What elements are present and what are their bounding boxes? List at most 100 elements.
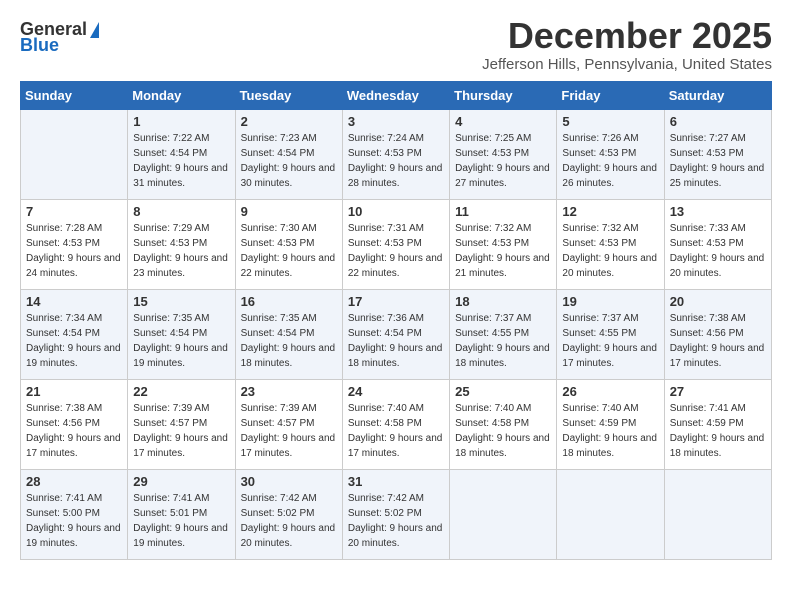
day-info: Sunrise: 7:41 AMSunset: 5:01 PMDaylight:… — [133, 491, 229, 551]
header: General Blue December 2025 Jefferson Hil… — [20, 16, 772, 73]
day-number: 14 — [26, 294, 122, 309]
day-number: 18 — [455, 294, 551, 309]
day-info: Sunrise: 7:32 AMSunset: 4:53 PMDaylight:… — [562, 221, 658, 281]
day-info: Sunrise: 7:42 AMSunset: 5:02 PMDaylight:… — [348, 491, 444, 551]
calendar-cell — [557, 469, 664, 559]
day-number: 7 — [26, 204, 122, 219]
logo: General Blue — [20, 20, 99, 54]
calendar-table: SundayMondayTuesdayWednesdayThursdayFrid… — [20, 81, 772, 560]
day-info: Sunrise: 7:32 AMSunset: 4:53 PMDaylight:… — [455, 221, 551, 281]
day-number: 8 — [133, 204, 229, 219]
day-number: 12 — [562, 204, 658, 219]
calendar-cell: 22Sunrise: 7:39 AMSunset: 4:57 PMDayligh… — [128, 379, 235, 469]
day-number: 16 — [241, 294, 337, 309]
calendar-cell: 11Sunrise: 7:32 AMSunset: 4:53 PMDayligh… — [450, 199, 557, 289]
calendar-cell: 10 Sunrise: 7:31 AMSunset: 4:53 PMDayligh… — [342, 199, 449, 289]
calendar-cell: 9 Sunrise: 7:30 AMSunset: 4:53 PMDaylight… — [235, 199, 342, 289]
logo-triangle-icon — [90, 22, 99, 38]
day-info: Sunrise: 7:31 AMSunset: 4:53 PMDaylight:… — [348, 221, 444, 281]
calendar-cell: 13 Sunrise: 7:33 AMSunset: 4:53 PMDayligh… — [664, 199, 771, 289]
day-info: Sunrise: 7:40 AMSunset: 4:58 PMDaylight:… — [455, 401, 551, 461]
header-wednesday: Wednesday — [342, 81, 449, 109]
day-number: 5 — [562, 114, 658, 129]
day-info: Sunrise: 7:34 AMSunset: 4:54 PMDaylight:… — [26, 311, 122, 371]
header-monday: Monday — [128, 81, 235, 109]
month-title: December 2025 — [482, 16, 772, 56]
day-info: Sunrise: 7:30 AMSunset: 4:53 PMDaylight:… — [241, 221, 337, 281]
header-sunday: Sunday — [21, 81, 128, 109]
day-number: 17 — [348, 294, 444, 309]
day-info: Sunrise: 7:23 AMSunset: 4:54 PMDaylight:… — [241, 131, 337, 191]
calendar-cell: 12 Sunrise: 7:32 AMSunset: 4:53 PMDayligh… — [557, 199, 664, 289]
day-info: Sunrise: 7:38 AMSunset: 4:56 PMDaylight:… — [670, 311, 766, 371]
day-number: 13 — [670, 204, 766, 219]
day-number: 1 — [133, 114, 229, 129]
day-number: 9 — [241, 204, 337, 219]
calendar-week-row: 28 Sunrise: 7:41 AMSunset: 5:00 PMDayligh… — [21, 469, 772, 559]
day-number: 23 — [241, 384, 337, 399]
calendar-cell: 5 Sunrise: 7:26 AMSunset: 4:53 PMDaylight… — [557, 109, 664, 199]
day-info: Sunrise: 7:33 AMSunset: 4:53 PMDaylight:… — [670, 221, 766, 281]
day-info: Sunrise: 7:35 AMSunset: 4:54 PMDaylight:… — [133, 311, 229, 371]
calendar-cell: 20 Sunrise: 7:38 AMSunset: 4:56 PMDayligh… — [664, 289, 771, 379]
day-info: Sunrise: 7:25 AMSunset: 4:53 PMDaylight:… — [455, 131, 551, 191]
day-info: Sunrise: 7:40 AMSunset: 4:59 PMDaylight:… — [562, 401, 658, 461]
calendar-cell: 3 Sunrise: 7:24 AMSunset: 4:53 PMDaylight… — [342, 109, 449, 199]
calendar-cell: 17 Sunrise: 7:36 AMSunset: 4:54 PMDayligh… — [342, 289, 449, 379]
day-number: 30 — [241, 474, 337, 489]
day-info: Sunrise: 7:38 AMSunset: 4:56 PMDaylight:… — [26, 401, 122, 461]
calendar-cell: 28 Sunrise: 7:41 AMSunset: 5:00 PMDayligh… — [21, 469, 128, 559]
calendar-cell: 31 Sunrise: 7:42 AMSunset: 5:02 PMDayligh… — [342, 469, 449, 559]
day-info: Sunrise: 7:41 AMSunset: 5:00 PMDaylight:… — [26, 491, 122, 551]
calendar-cell: 21Sunrise: 7:38 AMSunset: 4:56 PMDayligh… — [21, 379, 128, 469]
day-number: 29 — [133, 474, 229, 489]
calendar-cell: 6 Sunrise: 7:27 AMSunset: 4:53 PMDaylight… — [664, 109, 771, 199]
day-info: Sunrise: 7:37 AMSunset: 4:55 PMDaylight:… — [562, 311, 658, 371]
day-number: 27 — [670, 384, 766, 399]
calendar-cell: 2 Sunrise: 7:23 AMSunset: 4:54 PMDaylight… — [235, 109, 342, 199]
calendar-cell: 19Sunrise: 7:37 AMSunset: 4:55 PMDayligh… — [557, 289, 664, 379]
calendar-week-row: 14 Sunrise: 7:34 AMSunset: 4:54 PMDayligh… — [21, 289, 772, 379]
day-number: 3 — [348, 114, 444, 129]
day-number: 10 — [348, 204, 444, 219]
header-tuesday: Tuesday — [235, 81, 342, 109]
calendar-cell: 1 Sunrise: 7:22 AMSunset: 4:54 PMDaylight… — [128, 109, 235, 199]
day-info: Sunrise: 7:29 AMSunset: 4:53 PMDaylight:… — [133, 221, 229, 281]
day-number: 25 — [455, 384, 551, 399]
day-number: 2 — [241, 114, 337, 129]
calendar-cell: 27 Sunrise: 7:41 AMSunset: 4:59 PMDayligh… — [664, 379, 771, 469]
header-saturday: Saturday — [664, 81, 771, 109]
location-title: Jefferson Hills, Pennsylvania, United St… — [482, 56, 772, 73]
day-info: Sunrise: 7:35 AMSunset: 4:54 PMDaylight:… — [241, 311, 337, 371]
calendar-cell: 7Sunrise: 7:28 AMSunset: 4:53 PMDaylight… — [21, 199, 128, 289]
day-number: 15 — [133, 294, 229, 309]
calendar-week-row: 7Sunrise: 7:28 AMSunset: 4:53 PMDaylight… — [21, 199, 772, 289]
day-info: Sunrise: 7:41 AMSunset: 4:59 PMDaylight:… — [670, 401, 766, 461]
logo-blue: Blue — [20, 36, 59, 54]
day-number: 6 — [670, 114, 766, 129]
day-info: Sunrise: 7:27 AMSunset: 4:53 PMDaylight:… — [670, 131, 766, 191]
day-info: Sunrise: 7:39 AMSunset: 4:57 PMDaylight:… — [241, 401, 337, 461]
calendar-cell: 18 Sunrise: 7:37 AMSunset: 4:55 PMDayligh… — [450, 289, 557, 379]
day-info: Sunrise: 7:24 AMSunset: 4:53 PMDaylight:… — [348, 131, 444, 191]
day-info: Sunrise: 7:22 AMSunset: 4:54 PMDaylight:… — [133, 131, 229, 191]
day-number: 20 — [670, 294, 766, 309]
day-info: Sunrise: 7:40 AMSunset: 4:58 PMDaylight:… — [348, 401, 444, 461]
calendar-cell — [450, 469, 557, 559]
calendar-cell — [664, 469, 771, 559]
day-info: Sunrise: 7:26 AMSunset: 4:53 PMDaylight:… — [562, 131, 658, 191]
day-number: 28 — [26, 474, 122, 489]
calendar-cell: 25 Sunrise: 7:40 AMSunset: 4:58 PMDayligh… — [450, 379, 557, 469]
day-number: 4 — [455, 114, 551, 129]
day-info: Sunrise: 7:42 AMSunset: 5:02 PMDaylight:… — [241, 491, 337, 551]
day-info: Sunrise: 7:37 AMSunset: 4:55 PMDaylight:… — [455, 311, 551, 371]
day-info: Sunrise: 7:36 AMSunset: 4:54 PMDaylight:… — [348, 311, 444, 371]
day-number: 26 — [562, 384, 658, 399]
calendar-cell: 14 Sunrise: 7:34 AMSunset: 4:54 PMDayligh… — [21, 289, 128, 379]
day-number: 31 — [348, 474, 444, 489]
title-area: December 2025 Jefferson Hills, Pennsylva… — [482, 16, 772, 73]
calendar-header-row: SundayMondayTuesdayWednesdayThursdayFrid… — [21, 81, 772, 109]
day-info: Sunrise: 7:39 AMSunset: 4:57 PMDaylight:… — [133, 401, 229, 461]
calendar-cell: 26 Sunrise: 7:40 AMSunset: 4:59 PMDayligh… — [557, 379, 664, 469]
calendar-cell — [21, 109, 128, 199]
